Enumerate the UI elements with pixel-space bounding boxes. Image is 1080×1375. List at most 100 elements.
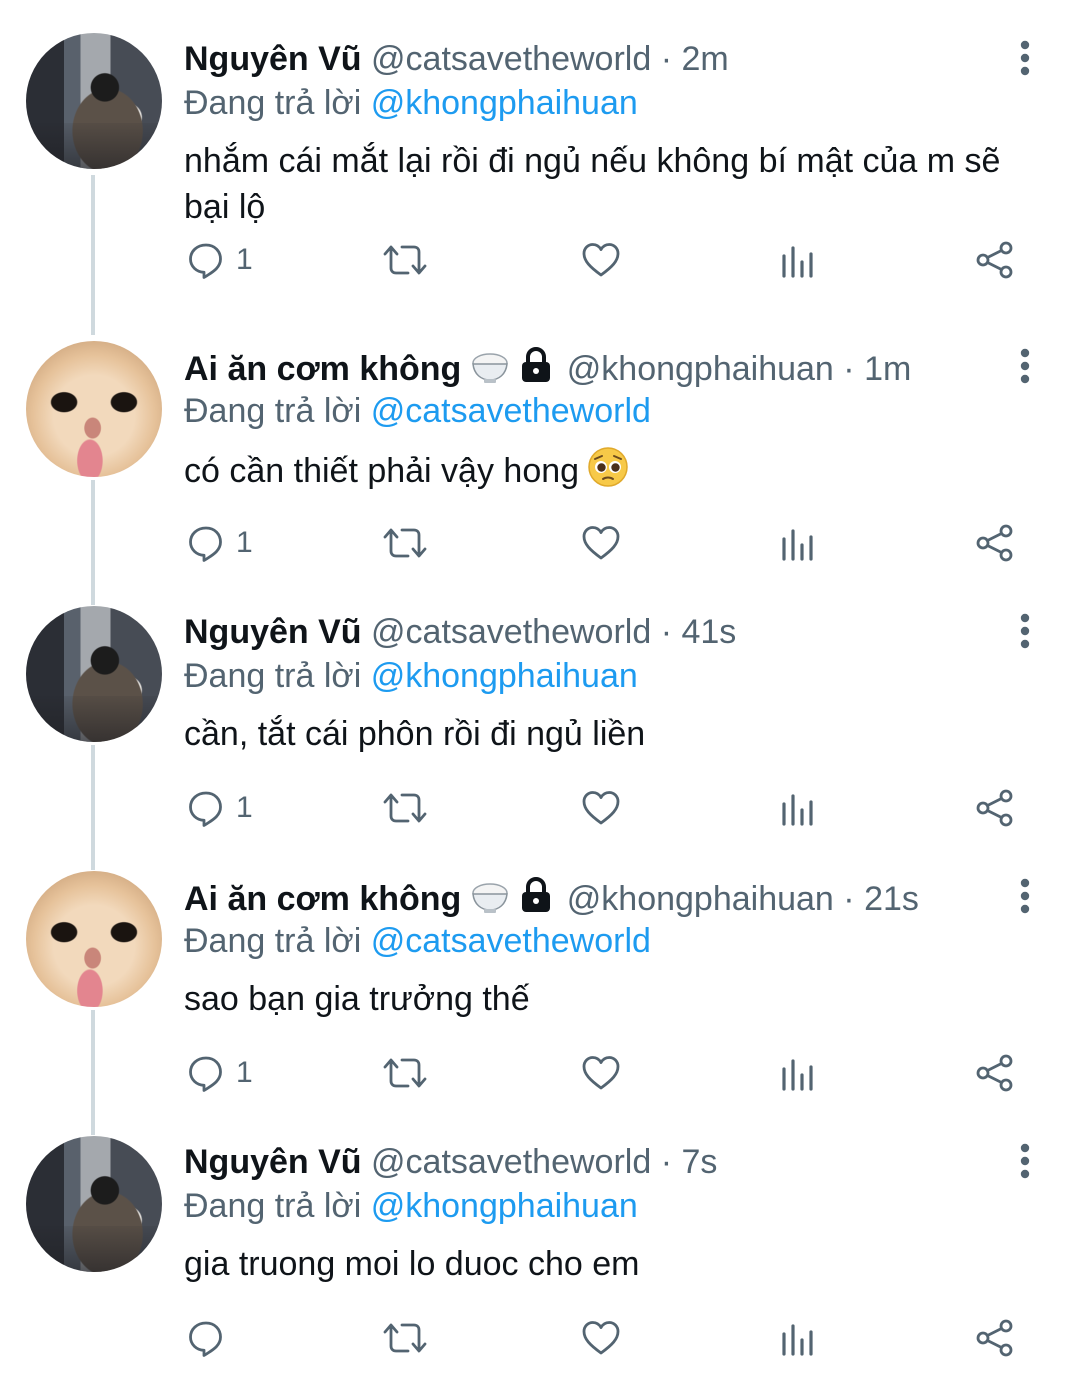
- reply-button[interactable]: 1: [186, 235, 253, 285]
- tweet-header: Nguyên Vũ @catsavetheworld · 2m: [184, 38, 729, 80]
- timestamp[interactable]: · 21s: [843, 880, 919, 918]
- reply-button[interactable]: 1: [186, 518, 253, 568]
- display-name[interactable]: Nguyên Vũ: [184, 1143, 362, 1181]
- more-vertical-icon[interactable]: [1010, 876, 1040, 916]
- tweet-text: nhắm cái mắt lại rồi đi ngủ nếu không bí…: [184, 142, 1001, 226]
- tweet-actions: 1: [0, 235, 1080, 285]
- replying-label: Đang trả lời: [184, 84, 362, 122]
- reply-button[interactable]: 1: [186, 783, 253, 833]
- tweet-header: Ai ăn cơm không @khongphaihuan · 1m: [184, 346, 911, 390]
- timestamp[interactable]: · 7s: [661, 1143, 718, 1181]
- analytics-button[interactable]: [778, 1313, 818, 1363]
- analytics-icon: [782, 529, 813, 561]
- handle[interactable]: @catsavetheworld: [371, 40, 651, 78]
- reply-count: 1: [236, 526, 253, 559]
- handle[interactable]: @catsavetheworld: [371, 1143, 651, 1181]
- retweet-button[interactable]: [382, 1313, 428, 1363]
- mention-link[interactable]: @catsavetheworld: [371, 922, 651, 960]
- more-vertical-icon[interactable]: [1010, 346, 1040, 386]
- replying-label: Đang trả lời: [184, 392, 362, 430]
- like-button[interactable]: [580, 518, 622, 568]
- share-button[interactable]: [974, 1048, 1016, 1098]
- heart-icon: [582, 1321, 620, 1355]
- display-name[interactable]: Ai ăn cơm không: [184, 350, 461, 388]
- retweet-button[interactable]: [382, 518, 428, 568]
- timestamp[interactable]: · 1m: [843, 350, 911, 388]
- display-name[interactable]: Nguyên Vũ: [184, 613, 362, 651]
- like-button[interactable]: [580, 783, 622, 833]
- share-button[interactable]: [974, 518, 1016, 568]
- share-button[interactable]: [974, 235, 1016, 285]
- replying-to: Đang trả lời @khongphaihuan: [184, 655, 638, 697]
- tweet-actions: 1: [0, 518, 1080, 568]
- replying-label: Đang trả lời: [184, 922, 362, 960]
- share-icon: [976, 241, 1013, 279]
- retweet-button[interactable]: [382, 1048, 428, 1098]
- reply-button[interactable]: 1: [186, 1048, 253, 1098]
- tweet[interactable]: Ai ăn cơm không @khongphaihuan · 21s Đan…: [0, 838, 1080, 1103]
- tweet-header: Ai ăn cơm không @khongphaihuan · 21s: [184, 876, 919, 920]
- analytics-button[interactable]: [778, 235, 818, 285]
- retweet-icon: [383, 245, 427, 275]
- tweet[interactable]: Ai ăn cơm không @khongphaihuan · 1m Đang…: [0, 308, 1080, 573]
- mention-link[interactable]: @khongphaihuan: [371, 1187, 638, 1225]
- mention-link[interactable]: @catsavetheworld: [371, 392, 651, 430]
- timestamp[interactable]: · 41s: [661, 613, 737, 651]
- retweet-icon: [383, 793, 427, 823]
- reply-icon: [189, 1321, 222, 1357]
- avatar[interactable]: [26, 606, 162, 742]
- avatar[interactable]: [26, 1136, 162, 1272]
- avatar[interactable]: [26, 33, 162, 169]
- tweet-text-container: có cần thiết phải vậy hong: [184, 446, 1034, 494]
- like-button[interactable]: [580, 235, 622, 285]
- avatar[interactable]: [26, 871, 162, 1007]
- analytics-button[interactable]: [778, 1048, 818, 1098]
- analytics-button[interactable]: [778, 783, 818, 833]
- mention-link[interactable]: @khongphaihuan: [371, 657, 638, 695]
- replying-to: Đang trả lời @khongphaihuan: [184, 82, 638, 124]
- analytics-icon: [782, 246, 813, 278]
- retweet-button[interactable]: [382, 783, 428, 833]
- like-button[interactable]: [580, 1048, 622, 1098]
- tweet-actions: [0, 1313, 1080, 1363]
- tweet[interactable]: Nguyên Vũ @catsavetheworld · 2m Đang trả…: [0, 0, 1080, 279]
- reply-icon: [189, 791, 222, 827]
- share-icon: [976, 1054, 1013, 1092]
- share-button[interactable]: [974, 783, 1016, 833]
- share-icon: [976, 524, 1013, 562]
- replying-label: Đang trả lời: [184, 1187, 362, 1225]
- timestamp[interactable]: · 2m: [661, 40, 729, 78]
- like-button[interactable]: [580, 1313, 622, 1363]
- heart-icon: [582, 1056, 620, 1090]
- tweet-actions: 1: [0, 1048, 1080, 1098]
- reply-button[interactable]: [186, 1313, 236, 1363]
- heart-icon: [582, 791, 620, 825]
- tweet-text: sao bạn gia trưởng thế: [184, 980, 530, 1018]
- share-button[interactable]: [974, 1313, 1016, 1363]
- more-vertical-icon[interactable]: [1010, 38, 1040, 78]
- mention-link[interactable]: @khongphaihuan: [371, 84, 638, 122]
- analytics-icon: [782, 794, 813, 826]
- reply-icon: [189, 1056, 222, 1092]
- lock-icon: [522, 877, 551, 912]
- avatar[interactable]: [26, 341, 162, 477]
- handle[interactable]: @khongphaihuan: [567, 880, 834, 918]
- rice-bowl-emoji-icon: [472, 883, 509, 913]
- tweet[interactable]: Nguyên Vũ @catsavetheworld · 41s Đang tr…: [0, 573, 1080, 838]
- more-vertical-icon[interactable]: [1010, 1141, 1040, 1181]
- handle[interactable]: @catsavetheworld: [371, 613, 651, 651]
- tweet-header: Nguyên Vũ @catsavetheworld · 7s: [184, 1141, 717, 1183]
- reply-icon: [189, 526, 222, 562]
- display-name[interactable]: Nguyên Vũ: [184, 40, 362, 78]
- handle[interactable]: @khongphaihuan: [567, 350, 834, 388]
- retweet-button[interactable]: [382, 235, 428, 285]
- more-vertical-icon[interactable]: [1010, 611, 1040, 651]
- tweet[interactable]: Nguyên Vũ @catsavetheworld · 7s Đang trả…: [0, 1103, 1080, 1368]
- share-icon: [976, 789, 1013, 827]
- rice-bowl-emoji-icon: [472, 353, 509, 383]
- replying-label: Đang trả lời: [184, 657, 362, 695]
- display-name[interactable]: Ai ăn cơm không: [184, 880, 461, 918]
- analytics-button[interactable]: [778, 518, 818, 568]
- heart-icon: [582, 243, 620, 277]
- retweet-icon: [383, 528, 427, 558]
